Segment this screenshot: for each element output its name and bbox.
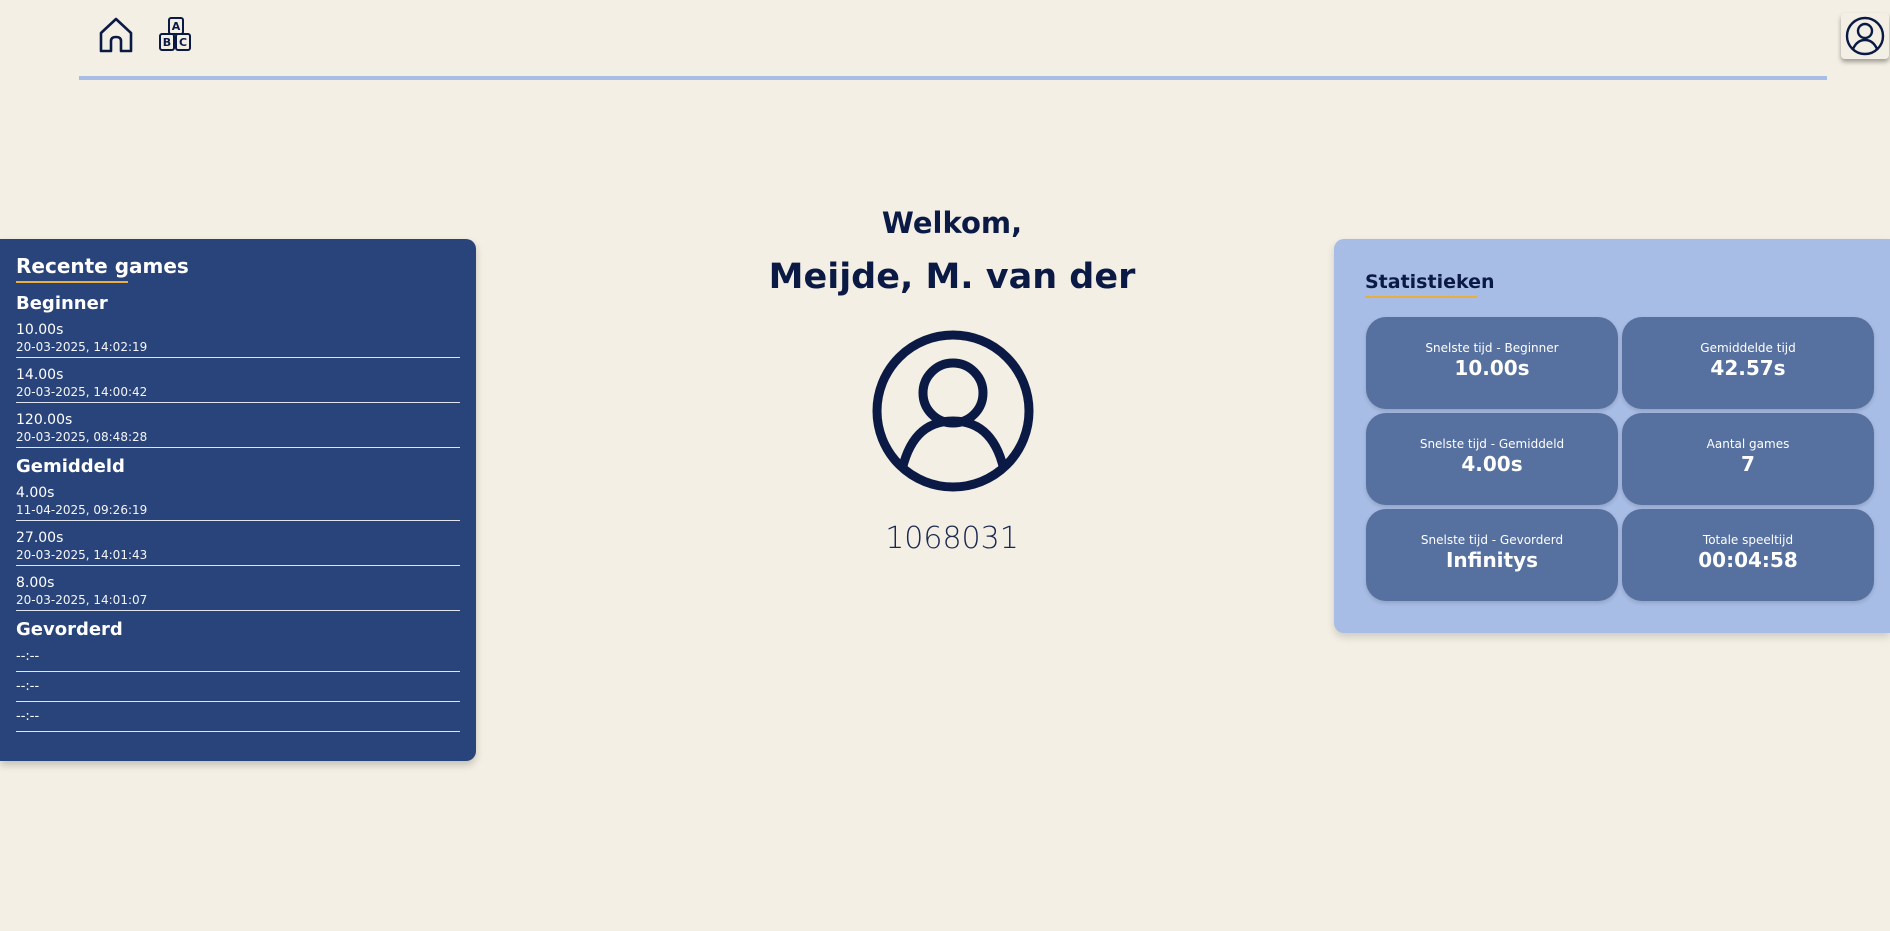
stat-label: Snelste tijd - Gemiddeld	[1419, 437, 1565, 451]
user-circle-icon	[1845, 16, 1885, 56]
level-section-beginner: Beginner 10.00s 20-03-2025, 14:02:19 14.…	[16, 293, 460, 448]
statistics-panel: Statistieken Snelste tijd - Beginner 10.…	[1334, 239, 1890, 633]
stat-value: 4.00s	[1461, 452, 1523, 476]
list-item: 14.00s 20-03-2025, 14:00:42	[16, 366, 460, 403]
game-date: 20-03-2025, 08:48:28	[16, 430, 148, 444]
level-title: Beginner	[16, 293, 108, 314]
stat-card-average-time: Gemiddelde tijd 42.57s	[1622, 317, 1874, 409]
recent-games-title: Recente games	[16, 254, 189, 278]
stat-card-fastest-intermediate: Snelste tijd - Gemiddeld 4.00s	[1366, 413, 1618, 505]
stat-value: Infinitys	[1445, 548, 1539, 572]
level-title: Gevorderd	[16, 619, 123, 640]
stat-label: Totale speeltijd	[1702, 533, 1794, 547]
recent-games-panel: Recente games Beginner 10.00s 20-03-2025…	[0, 239, 476, 761]
home-button[interactable]	[96, 15, 136, 55]
avatar	[871, 329, 1035, 493]
game-date: 20-03-2025, 14:00:42	[16, 385, 148, 399]
title-underline	[16, 281, 128, 283]
list-item: 10.00s 20-03-2025, 14:02:19	[16, 321, 460, 358]
welcome-greeting: Welkom,	[881, 206, 1023, 240]
game-date: 11-04-2025, 09:26:19	[16, 503, 148, 517]
game-date: 20-03-2025, 14:01:43	[16, 548, 148, 562]
profile-button[interactable]	[1841, 13, 1889, 59]
statistics-title: Statistieken	[1365, 271, 1495, 293]
game-date: 20-03-2025, 14:02:19	[16, 340, 148, 354]
list-item-empty: --:--	[16, 647, 460, 672]
abc-letter-c: C	[179, 36, 187, 49]
stat-label: Snelste tijd - Beginner	[1425, 341, 1559, 355]
list-item: 120.00s 20-03-2025, 08:48:28	[16, 411, 460, 448]
game-time: 8.00s	[16, 575, 55, 591]
user-circle-icon	[872, 330, 1034, 492]
list-item: 8.00s 20-03-2025, 14:01:07	[16, 574, 460, 611]
stat-value: 7	[1741, 452, 1755, 476]
game-time: 14.00s	[16, 367, 64, 383]
list-item-empty: --:--	[16, 707, 460, 732]
list-item-empty: --:--	[16, 677, 460, 702]
game-time: 120.00s	[16, 412, 73, 428]
game-date: 20-03-2025, 14:01:07	[16, 593, 148, 607]
stat-card-game-count: Aantal games 7	[1622, 413, 1874, 505]
list-item: 27.00s 20-03-2025, 14:01:43	[16, 529, 460, 566]
stat-value: 10.00s	[1454, 356, 1530, 380]
stat-card-fastest-advanced: Snelste tijd - Gevorderd Infinitys	[1366, 509, 1618, 601]
stat-label: Aantal games	[1706, 437, 1790, 451]
stat-label: Snelste tijd - Gevorderd	[1420, 533, 1564, 547]
stat-value: 42.57s	[1710, 356, 1786, 380]
game-time: 27.00s	[16, 530, 64, 546]
stat-value: 00:04:58	[1698, 548, 1798, 572]
level-title: Gemiddeld	[16, 456, 125, 477]
abc-button[interactable]: A B C	[156, 15, 196, 55]
abc-letter-a: A	[172, 20, 181, 33]
stat-card-total-playtime: Totale speeltijd 00:04:58	[1622, 509, 1874, 601]
abc-blocks-icon: A B C	[159, 17, 191, 51]
abc-letter-b: B	[163, 36, 171, 49]
home-icon	[99, 17, 133, 53]
title-underline	[1365, 296, 1477, 298]
user-name: Meijde, M. van der	[768, 257, 1136, 297]
game-time: 10.00s	[16, 322, 64, 338]
stat-card-fastest-beginner: Snelste tijd - Beginner 10.00s	[1366, 317, 1618, 409]
level-section-gevorderd: Gevorderd --:-- --:-- --:--	[16, 619, 460, 732]
level-section-gemiddeld: Gemiddeld 4.00s 11-04-2025, 09:26:19 27.…	[16, 456, 460, 611]
student-number: 1068031	[885, 521, 1019, 556]
list-item: 4.00s 11-04-2025, 09:26:19	[16, 484, 460, 521]
stat-label: Gemiddelde tijd	[1700, 341, 1796, 355]
top-navigation-bar: A B C	[79, 0, 1889, 80]
game-time: 4.00s	[16, 485, 55, 501]
